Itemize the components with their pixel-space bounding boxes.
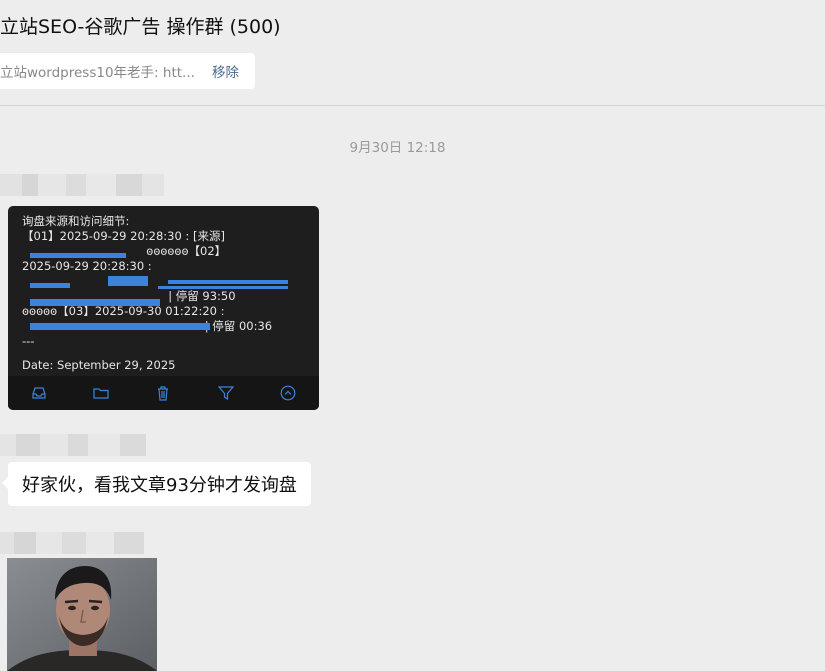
sender-name-blurred	[0, 434, 146, 456]
image-toolbar	[8, 376, 319, 410]
message-text: 好家伙，看我文章93分钟才发询盘	[22, 475, 297, 496]
chat-header: 立站SEO-谷歌广告 操作群 (500) 立站wordpress10年老手: h…	[0, 0, 825, 106]
image-line: 【01】2025-09-29 20:28:30 : [来源]	[22, 229, 225, 243]
pinned-remove-button[interactable]: 移除	[212, 61, 239, 81]
filter-icon	[217, 385, 234, 401]
image-date-line: Date: September 29, 2025	[22, 358, 176, 372]
redaction-mark	[168, 280, 288, 284]
pinned-message-text[interactable]: 立站wordpress10年老手: htt...	[0, 61, 198, 81]
sender-name-blurred	[0, 174, 164, 196]
redaction-mark	[158, 286, 288, 289]
image-line: ---	[22, 334, 35, 348]
image-line: 询盘来源和访问细节:	[22, 214, 130, 228]
text-message-bubble[interactable]: 好家伙，看我文章93分钟才发询盘	[2, 462, 311, 506]
redaction-mark	[30, 253, 126, 258]
redaction-mark	[30, 323, 210, 330]
photo-message[interactable]	[7, 558, 157, 671]
redaction-mark	[30, 299, 160, 306]
image-line: 2025-09-29 20:28:30 :	[22, 259, 152, 273]
group-title: 立站SEO-谷歌广告 操作群 (500)	[0, 16, 281, 38]
chevron-up-circle-icon	[280, 385, 296, 401]
redaction-mark	[108, 276, 148, 286]
message-timestamp: 9月30日 12:18	[349, 140, 446, 156]
pinned-message[interactable]: 立站wordpress10年老手: htt... 移除	[0, 53, 255, 89]
inbox-icon	[31, 385, 47, 401]
image-line: ꙩꙩꙩꙩꙩ【03】2025-09-30 01:22:20 :	[22, 304, 225, 318]
image-message[interactable]: 询盘来源和访问细节: 【01】2025-09-29 20:28:30 : [来源…	[8, 206, 319, 410]
redaction-mark	[30, 283, 70, 288]
portrait-photo	[7, 558, 157, 671]
folder-icon	[93, 385, 109, 401]
sender-name-blurred	[0, 532, 144, 554]
trash-icon	[155, 385, 171, 401]
